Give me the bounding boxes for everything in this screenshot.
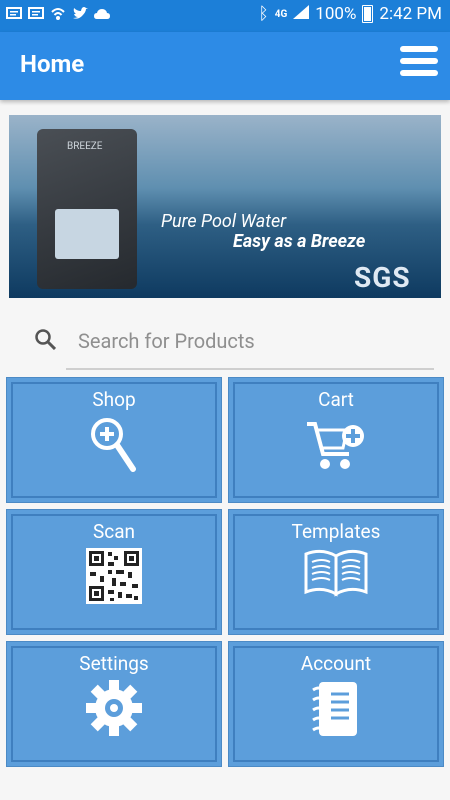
clock: 2:42 PM [379, 4, 442, 24]
banner-tagline-1: Pure Pool Water [161, 211, 287, 232]
wifi-call-icon [50, 6, 66, 22]
shop-tile-button[interactable]: Shop [6, 377, 222, 503]
search-underline [66, 368, 434, 370]
menu-line [400, 58, 438, 64]
scan-tile-button[interactable]: Scan [6, 509, 222, 635]
device-panel [55, 209, 119, 259]
templates-label: Templates [291, 520, 381, 543]
cart-tile-button[interactable]: Cart [228, 377, 444, 503]
breeze-device-image: BREEZE [37, 129, 137, 289]
signal-icon [293, 4, 310, 24]
battery-percent: 100% [315, 4, 357, 24]
settings-tile-button[interactable]: Settings [6, 641, 222, 767]
status-bar: ᛒ 4G 100% 2:42 PM [0, 0, 450, 32]
search-input[interactable] [76, 320, 436, 362]
message-icon [6, 6, 22, 22]
templates-tile-button[interactable]: Templates [228, 509, 444, 635]
notebook-icon [312, 682, 357, 736]
cart-label: Cart [318, 388, 354, 411]
page-title: Home [20, 50, 85, 78]
hamburger-menu-button[interactable] [400, 46, 438, 84]
magnifier-plus-icon [91, 418, 136, 472]
twitter-icon [72, 6, 88, 22]
message-icon [28, 6, 44, 22]
menu-line [400, 70, 438, 76]
bluetooth-icon: ᛒ [258, 4, 269, 24]
app-bar: Home [0, 32, 450, 100]
qr-code-icon [86, 548, 142, 604]
search-bar [30, 320, 436, 370]
system-status: ᛒ 4G 100% 2:42 PM [259, 4, 442, 24]
gear-icon [86, 680, 142, 736]
scan-label: Scan [92, 520, 136, 543]
home-menu-grid: Shop Cart Scan Templates Settings Accoun… [6, 377, 444, 769]
promo-banner[interactable]: BREEZE Pure Pool Water Easy as a Breeze … [9, 115, 441, 298]
cloud-icon [94, 6, 110, 22]
cart-add-icon [307, 422, 364, 469]
sgs-logo: SGS [354, 261, 411, 294]
account-label: Account [300, 652, 372, 675]
lte-icon: 4G [274, 8, 288, 20]
battery-icon [362, 5, 374, 23]
menu-line [400, 46, 438, 52]
account-tile-button[interactable]: Account [228, 641, 444, 767]
banner-tagline-2: Easy as a Breeze [233, 231, 366, 252]
device-label: BREEZE [67, 141, 103, 152]
search-icon[interactable] [34, 328, 56, 350]
settings-label: Settings [79, 652, 149, 675]
book-icon [304, 549, 368, 597]
shop-label: Shop [92, 388, 136, 411]
notification-icons [6, 6, 110, 22]
